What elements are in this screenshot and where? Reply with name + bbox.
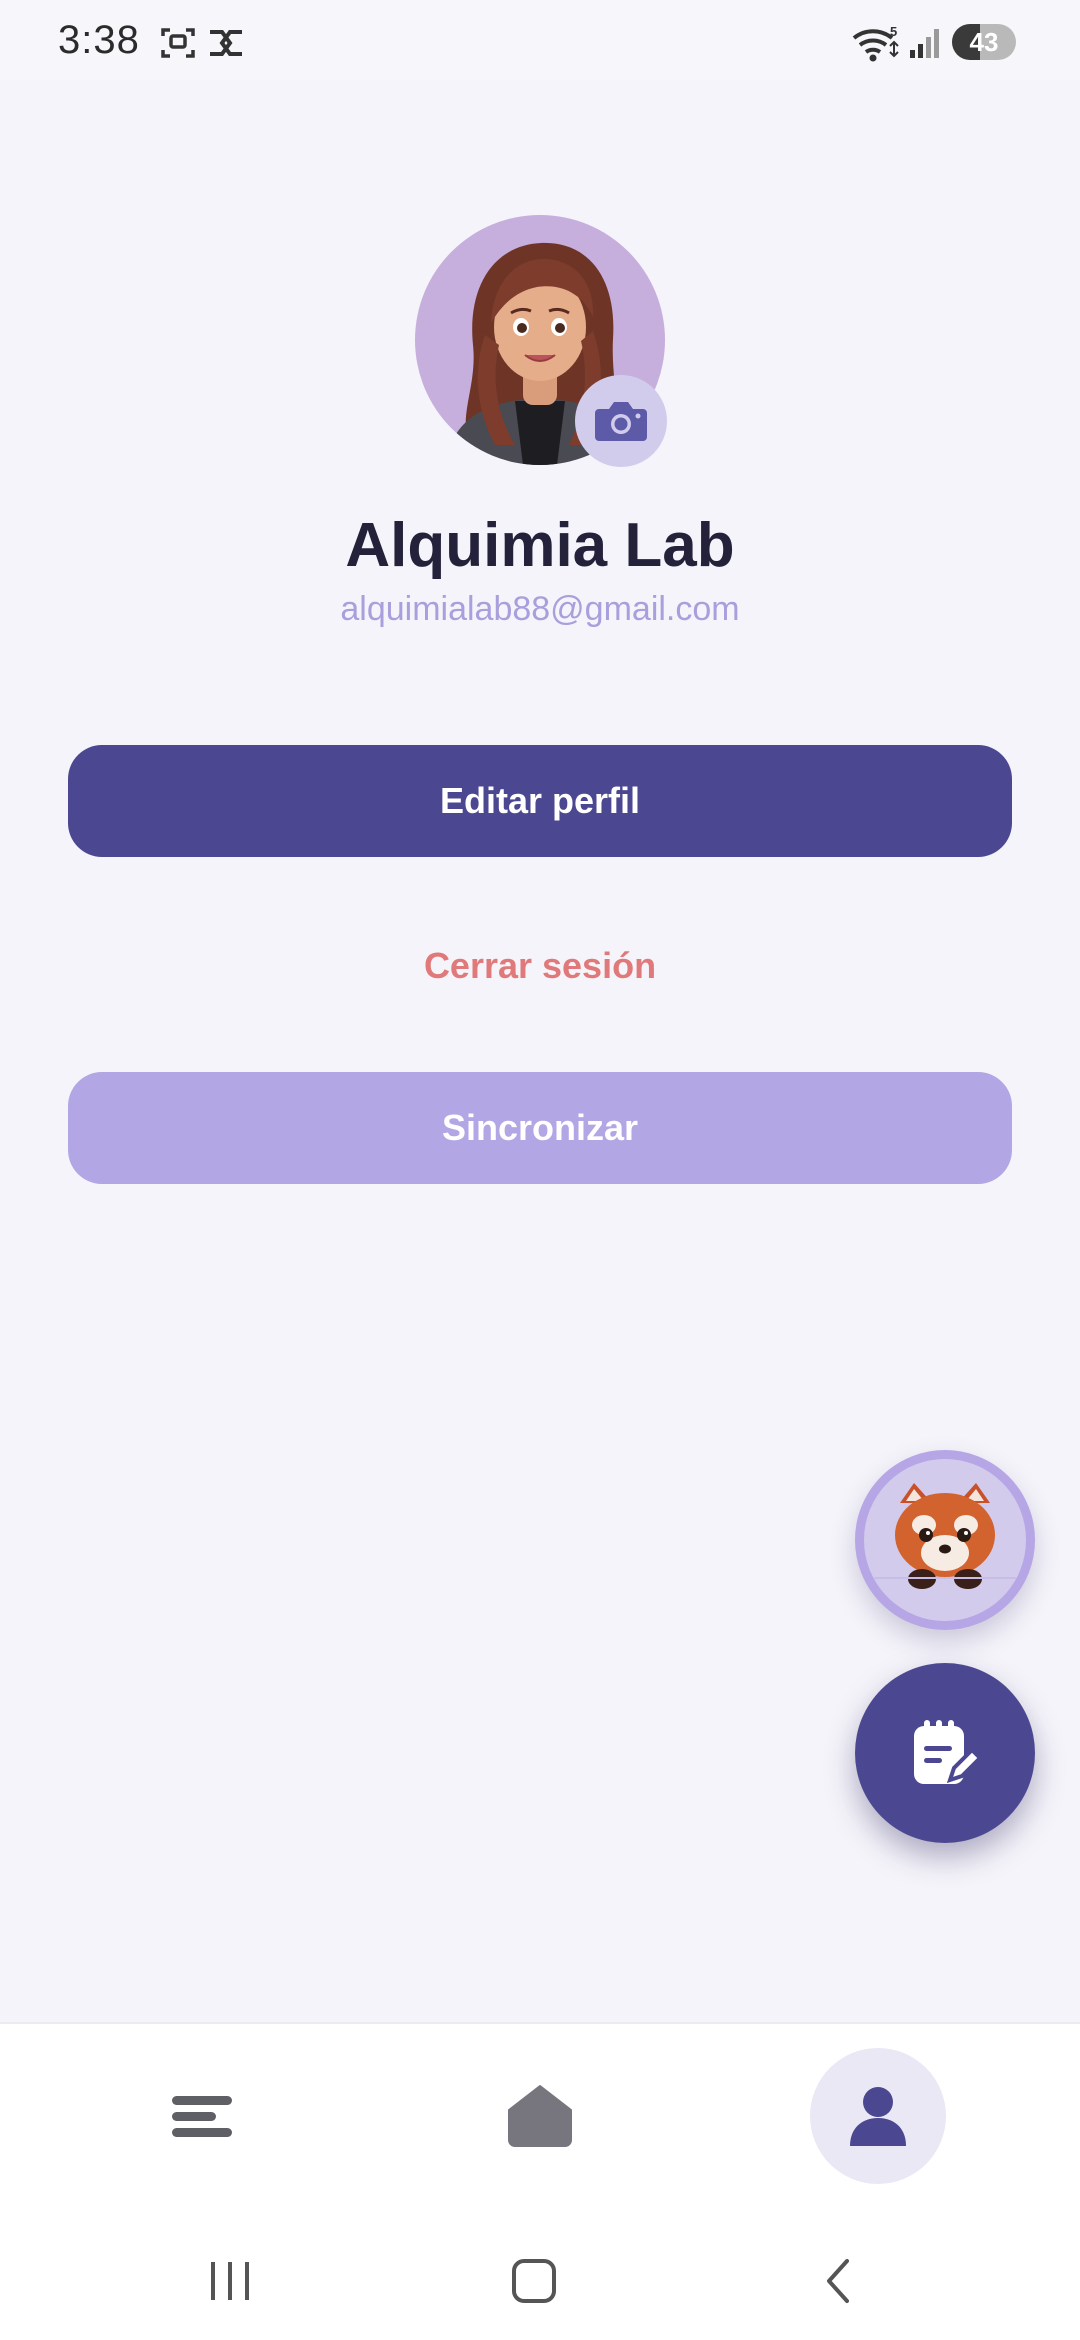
nav-home[interactable] bbox=[472, 2048, 608, 2184]
status-bar: 3:38 5 43 bbox=[0, 0, 1080, 80]
edit-profile-button[interactable]: Editar perfil bbox=[68, 745, 1012, 857]
camera-icon bbox=[595, 402, 647, 441]
system-navigation bbox=[0, 2222, 1080, 2340]
profile-email: alquimialab88@gmail.com bbox=[340, 590, 740, 628]
change-photo-button[interactable] bbox=[575, 375, 667, 467]
menu-icon bbox=[172, 2096, 232, 2137]
recent-apps-icon bbox=[211, 2262, 249, 2300]
home-button-icon bbox=[512, 2259, 556, 2303]
back-icon bbox=[827, 2259, 849, 2303]
mascot-button[interactable] bbox=[855, 1450, 1035, 1630]
battery-level: 43 bbox=[969, 27, 999, 57]
battery-icon: 43 bbox=[952, 24, 1016, 60]
profile-name: Alquimia Lab bbox=[345, 511, 735, 580]
notes-fab-button[interactable] bbox=[855, 1663, 1035, 1843]
avatar-container bbox=[415, 215, 667, 467]
recent-apps-button[interactable] bbox=[190, 2246, 270, 2316]
wifi-icon: 5 bbox=[852, 24, 899, 62]
logout-button[interactable]: Cerrar sesión bbox=[0, 945, 1080, 987]
profile-icon bbox=[850, 2087, 906, 2146]
back-button[interactable] bbox=[798, 2246, 878, 2316]
svg-text:5: 5 bbox=[890, 24, 897, 39]
home-icon bbox=[508, 2085, 572, 2147]
status-time: 3:38 bbox=[58, 18, 140, 62]
screenshot-icon bbox=[161, 28, 195, 58]
nav-menu[interactable] bbox=[134, 2048, 270, 2184]
signal-icon bbox=[910, 29, 939, 58]
capcut-icon bbox=[210, 30, 242, 56]
bottom-navigation bbox=[0, 2022, 1080, 2224]
home-button[interactable] bbox=[494, 2246, 574, 2316]
red-panda-icon bbox=[874, 1483, 1016, 1589]
notes-edit-icon bbox=[914, 1720, 980, 1784]
sync-button[interactable]: Sincronizar bbox=[68, 1072, 1012, 1184]
nav-profile[interactable] bbox=[810, 2048, 946, 2184]
